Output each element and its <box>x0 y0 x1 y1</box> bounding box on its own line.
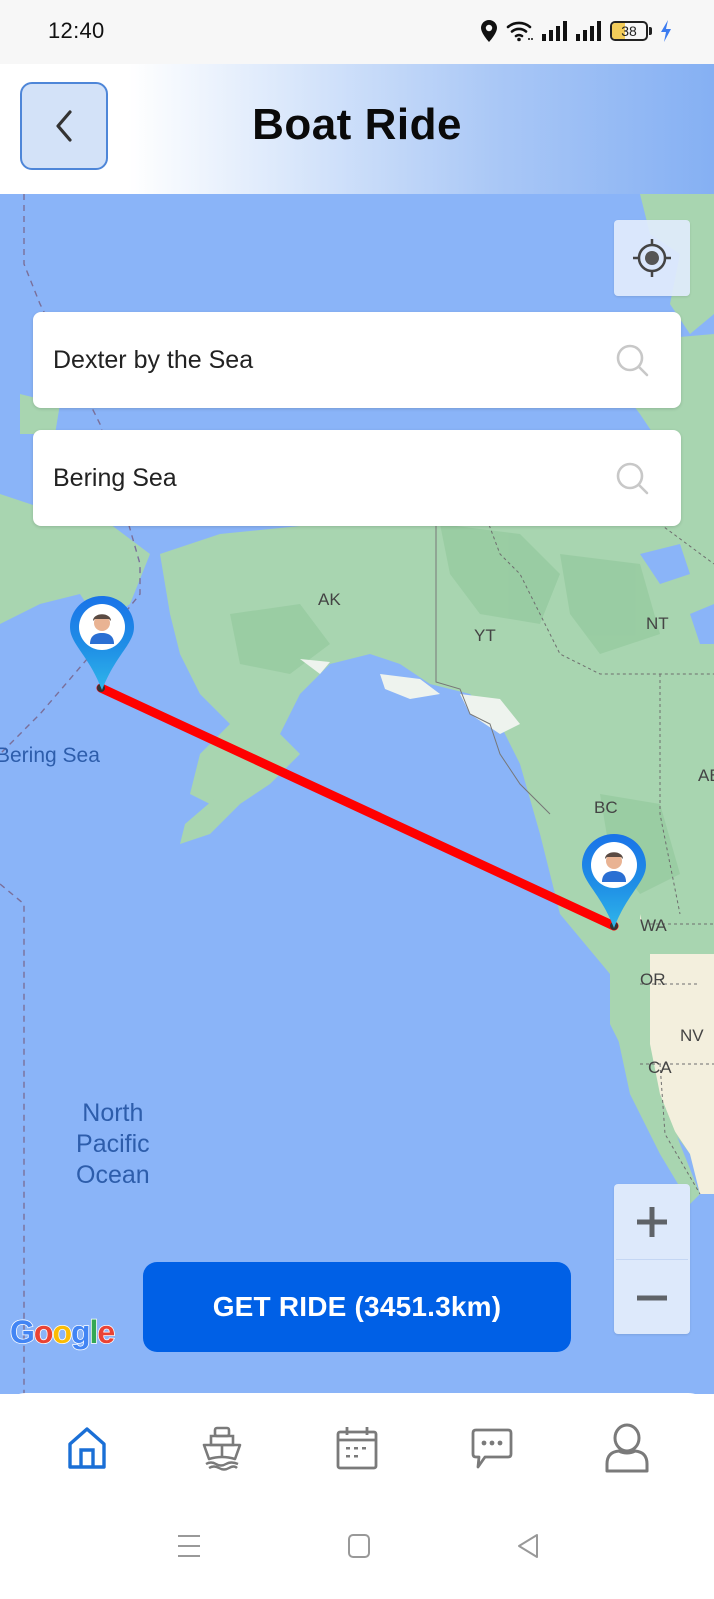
minus-icon <box>637 1295 667 1300</box>
back-system-button[interactable] <box>515 1533 541 1564</box>
bottom-nav <box>0 1393 714 1503</box>
zoom-in-button[interactable] <box>614 1184 690 1259</box>
origin-search-field[interactable] <box>33 312 681 408</box>
destination-search-field[interactable] <box>33 430 681 526</box>
back-triangle-icon <box>518 1534 538 1558</box>
home-icon <box>68 1427 107 1469</box>
ship-icon <box>202 1426 242 1471</box>
battery-icon: 38 <box>610 21 648 41</box>
wifi-icon <box>506 20 534 42</box>
user-icon <box>605 1423 649 1473</box>
signal-icon <box>576 21 602 41</box>
origin-search-input[interactable] <box>53 345 613 375</box>
origin-marker[interactable] <box>580 832 648 932</box>
my-location-button[interactable] <box>614 220 690 296</box>
home-system-button[interactable] <box>346 1533 372 1564</box>
location-icon <box>480 19 498 43</box>
nav-bookings[interactable] <box>322 1413 392 1483</box>
calendar-icon <box>336 1427 378 1470</box>
map-view[interactable]: AK YT NT BC AB WA OR NV CA Bering Sea No… <box>0 194 714 1394</box>
recent-apps-button[interactable] <box>176 1533 202 1564</box>
destination-marker[interactable] <box>68 594 136 694</box>
signal-icon <box>542 21 568 41</box>
map-pin-icon <box>70 596 134 690</box>
nav-messages[interactable] <box>457 1413 527 1483</box>
zoom-out-button[interactable] <box>614 1260 690 1335</box>
get-ride-button[interactable]: GET RIDE (3451.3km) <box>143 1262 571 1352</box>
charging-icon <box>660 20 672 42</box>
battery-nub <box>649 27 652 35</box>
google-attribution: Google <box>9 1313 116 1351</box>
chat-icon <box>471 1428 513 1469</box>
status-bar: 12:40 38 <box>0 0 714 64</box>
app-header: Boat Ride <box>0 64 714 194</box>
system-nav-bar <box>0 1503 714 1599</box>
search-icon[interactable] <box>615 461 651 497</box>
home-square-icon <box>348 1534 370 1558</box>
map-pin-icon <box>582 834 646 928</box>
destination-search-input[interactable] <box>53 463 613 493</box>
nav-profile[interactable] <box>592 1413 662 1483</box>
search-icon[interactable] <box>615 343 651 379</box>
plus-icon <box>637 1206 667 1237</box>
status-time: 12:40 <box>48 18 105 43</box>
status-icons: 38 <box>480 18 672 44</box>
nav-home[interactable] <box>52 1413 122 1483</box>
menu-icon <box>178 1535 200 1557</box>
crosshair-icon <box>633 239 671 277</box>
nav-boats[interactable] <box>187 1413 257 1483</box>
battery-level: 38 <box>621 23 637 39</box>
zoom-controls <box>614 1184 690 1334</box>
page-title: Boat Ride <box>252 100 462 149</box>
